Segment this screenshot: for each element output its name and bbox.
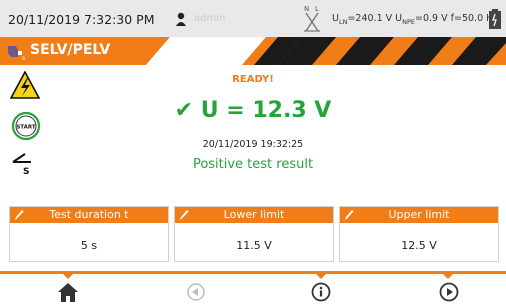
user-name: admin (194, 13, 226, 24)
param-header: Upper limit (340, 207, 498, 223)
measurement-timestamp: 20/11/2019 19:32:25 (202, 139, 304, 150)
param-value: 12.5 V (401, 239, 437, 252)
back-icon[interactable] (184, 281, 208, 303)
start-label: START (16, 125, 36, 131)
param-value: 5 s (80, 239, 98, 252)
nav-notch (443, 274, 453, 279)
status-bar: 20/11/2019 7:32:30 PM admin N L ULN=240.… (0, 0, 506, 37)
test-result: Positive test result (192, 157, 314, 172)
param-test-duration[interactable]: Test duration t 5 s (9, 206, 169, 262)
status-ready: READY! (232, 74, 274, 85)
home-icon[interactable] (56, 281, 80, 303)
voltage-result: ✔ U = 12.3 V (174, 98, 332, 123)
hand-probe-icon: s (8, 46, 25, 61)
battery-charging-icon (489, 9, 501, 29)
param-header: Test duration t (10, 207, 168, 223)
plug-polarity-icon: N L (304, 5, 320, 32)
info-icon[interactable] (309, 281, 333, 303)
param-title: Upper limit (388, 208, 450, 221)
mains-measurements: ULN=240.1 V UNPE=0.9 V f=50.0 Hz (332, 13, 499, 26)
svg-text:N: N (304, 5, 309, 13)
nav-divider (0, 271, 506, 274)
param-upper-limit[interactable]: Upper limit 12.5 V (339, 206, 499, 262)
nav-notch (316, 274, 326, 279)
param-value: 11.5 V (236, 239, 272, 252)
svg-text:L: L (315, 5, 319, 13)
nav-notch (63, 274, 73, 279)
param-header: Lower limit (175, 207, 333, 223)
svg-text:s: s (22, 55, 25, 61)
hazard-stripes (146, 37, 506, 65)
param-lower-limit[interactable]: Lower limit 11.5 V (174, 206, 334, 262)
param-title: Lower limit (223, 208, 285, 221)
function-header: s SELV/PELV (0, 37, 506, 65)
function-title: SELV/PELV (30, 42, 111, 58)
next-icon[interactable] (437, 281, 461, 303)
param-title: Test duration t (49, 208, 129, 221)
datetime-display: 20/11/2019 7:32:30 PM (8, 12, 155, 27)
